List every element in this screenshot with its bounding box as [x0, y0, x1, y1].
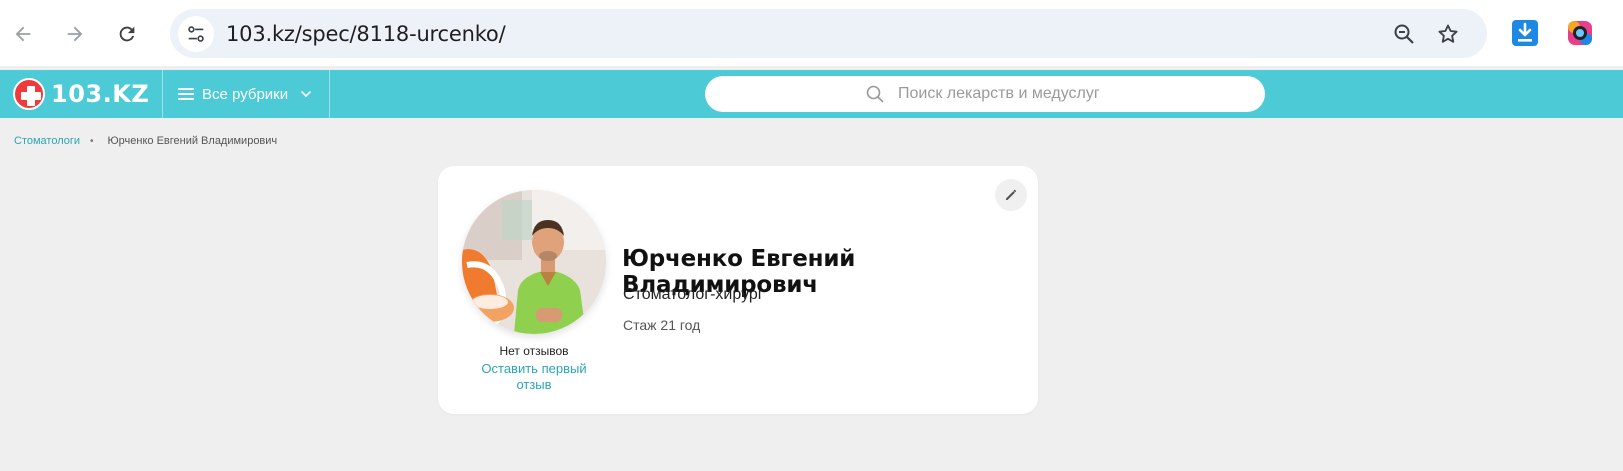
all-rubrics-button[interactable]: Все рубрики: [178, 70, 312, 118]
edit-button[interactable]: [995, 179, 1027, 211]
chevron-down-icon: [301, 91, 311, 98]
breadcrumb-category-link[interactable]: Стоматологи: [14, 135, 80, 147]
header-divider: [162, 70, 163, 118]
site-header: 103.KZ Все рубрики Поиск лекарств и меду…: [0, 70, 1623, 118]
breadcrumb-separator: •: [90, 135, 94, 147]
reviews-status: Нет отзывов: [499, 344, 569, 358]
star-icon: [1438, 24, 1458, 43]
arrow-right-icon: [67, 26, 83, 42]
medical-cross-icon: [13, 78, 45, 110]
arrow-left-icon: [15, 26, 31, 42]
rubrics-label: Все рубрики: [202, 85, 289, 103]
header-divider: [329, 70, 330, 118]
zoom-button[interactable]: [1391, 21, 1417, 47]
browser-toolbar: 103.kz/spec/8118-urcenko/: [0, 0, 1623, 66]
url-text[interactable]: 103.kz/spec/8118-urcenko/: [226, 22, 506, 46]
breadcrumb: Стоматологи • Юрченко Евгений Владимиров…: [14, 135, 277, 147]
doctor-experience: Стаж 21 год: [623, 317, 701, 333]
logo-text: 103.KZ: [51, 80, 150, 108]
site-info-button[interactable]: [178, 16, 214, 52]
camera-extension-button[interactable]: [1565, 18, 1595, 48]
breadcrumb-current: Юрченко Евгений Владимирович: [107, 135, 278, 147]
site-logo[interactable]: 103.KZ: [13, 77, 149, 111]
search-icon: [866, 85, 884, 103]
pencil-icon: [1006, 189, 1017, 200]
zoom-out-icon: [1394, 24, 1414, 44]
hamburger-icon: [178, 88, 194, 100]
address-bar[interactable]: 103.kz/spec/8118-urcenko/: [170, 9, 1487, 58]
back-button[interactable]: [5, 16, 41, 52]
doctor-photo: [462, 190, 606, 334]
reload-icon: [119, 26, 135, 42]
tune-icon: [188, 26, 204, 42]
doctor-card: Нет отзывов Оставить первый отзыв Юрченк…: [438, 166, 1038, 414]
camera-icon: [1568, 21, 1592, 45]
bookmark-button[interactable]: [1435, 21, 1461, 47]
download-extension-button[interactable]: [1510, 18, 1540, 48]
search-input[interactable]: Поиск лекарств и медуслуг: [705, 76, 1265, 112]
search-placeholder: Поиск лекарств и медуслуг: [898, 85, 1100, 102]
leave-review-link[interactable]: Оставить первый отзыв: [472, 361, 596, 393]
doctor-photo-image: [462, 190, 606, 334]
forward-button[interactable]: [57, 16, 93, 52]
reload-button[interactable]: [109, 16, 145, 52]
download-icon: [1512, 20, 1538, 46]
doctor-specialty: Стоматолог-хирург: [623, 286, 764, 303]
